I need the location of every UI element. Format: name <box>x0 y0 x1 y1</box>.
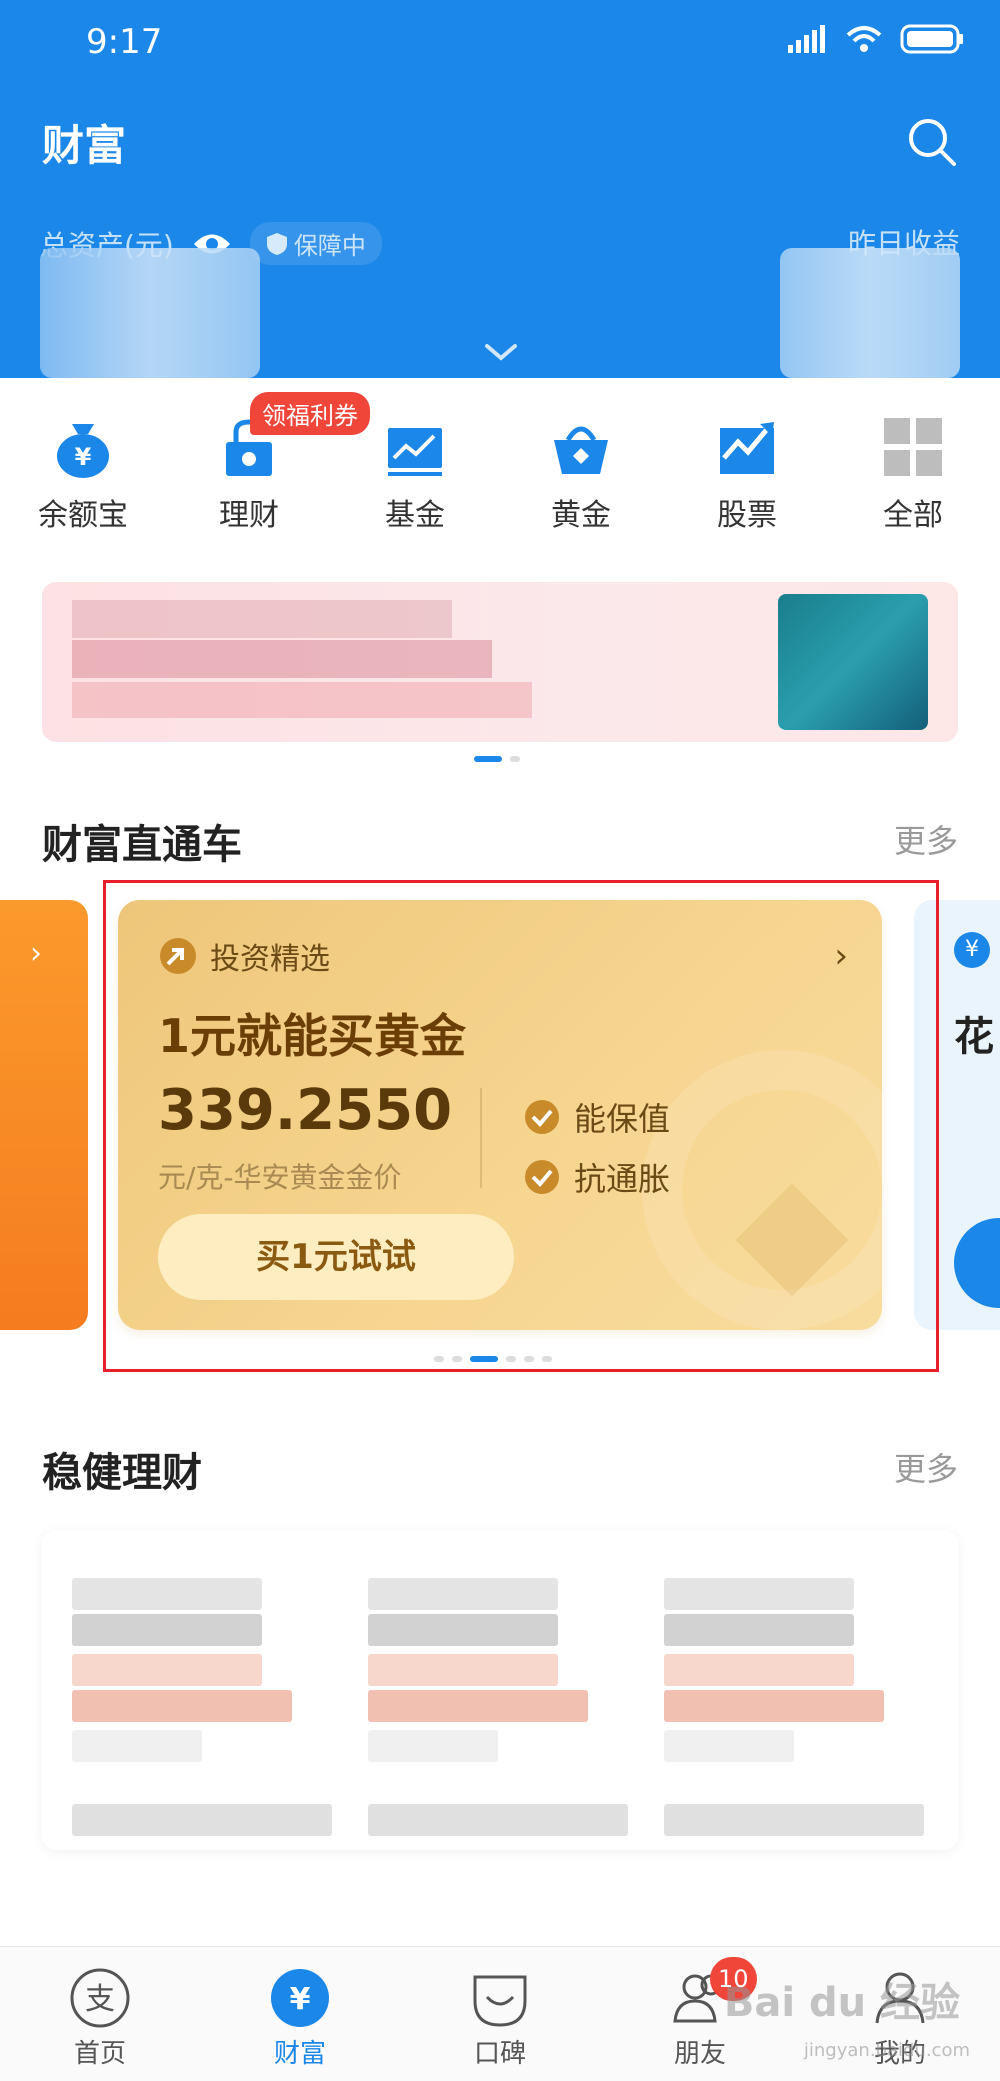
menu-item-stock[interactable]: 股票 <box>664 400 830 534</box>
nav-label: 财富 <box>273 2039 326 2069</box>
promo-badge[interactable]: 领福利券 <box>250 392 370 435</box>
koubei-smile-icon <box>473 1975 527 2027</box>
guard-label: 保障中 <box>293 232 366 260</box>
status-time: 9:17 <box>86 22 163 62</box>
total-assets-value-blurred <box>40 248 260 378</box>
banner-text-blurred <box>72 682 532 718</box>
nav-label: 首页 <box>73 2039 126 2069</box>
next-card-title: 花 <box>954 1014 994 1060</box>
stock-trend-icon <box>720 422 774 474</box>
signal-icon <box>788 25 825 53</box>
menu-label: 股票 <box>717 498 777 533</box>
promo-banner[interactable] <box>42 582 958 742</box>
chevron-right-icon: › <box>30 936 42 971</box>
banner-text-blurred <box>72 600 452 638</box>
shield-icon <box>266 232 287 255</box>
yuebao-bag-icon: ¥ <box>57 424 109 478</box>
next-card-button[interactable] <box>954 1218 1000 1308</box>
carousel-card-previous[interactable]: › <box>0 900 88 1330</box>
yesterday-earnings-value-blurred <box>780 248 960 378</box>
pagination-dot <box>470 1356 498 1362</box>
guard-badge[interactable]: 保障中 <box>249 222 382 265</box>
stable-products-panel <box>42 1530 958 1850</box>
nav-item-home[interactable]: 支 首页 <box>0 1947 200 2081</box>
chevron-down-icon[interactable] <box>484 342 518 362</box>
menu-label: 全部 <box>883 498 943 533</box>
product-card-blurred[interactable] <box>634 1554 924 1836</box>
watermark-url: jingyan.baidu.com <box>803 2040 970 2061</box>
svg-text:¥: ¥ <box>75 443 92 471</box>
status-icons <box>788 24 964 54</box>
wifi-icon <box>846 26 882 52</box>
banner-text-blurred <box>72 640 492 678</box>
more-link-express[interactable]: 更多 <box>894 816 958 862</box>
menu-item-all[interactable]: 全部 <box>830 400 996 534</box>
section-title-stable: 稳健理财 <box>42 1450 202 1496</box>
pagination-dot <box>452 1356 462 1362</box>
quick-menu: ¥ 余额宝 理财 基金 黄金 股票 全部 <box>0 400 1000 540</box>
product-card-blurred[interactable] <box>338 1554 628 1836</box>
pagination-dot <box>510 756 520 762</box>
grid-icon <box>884 418 942 476</box>
menu-item-yuebao[interactable]: ¥ 余额宝 <box>0 400 166 534</box>
page-title: 财富 <box>42 121 127 170</box>
menu-item-gold[interactable]: 黄金 <box>498 400 664 534</box>
menu-label: 基金 <box>385 498 445 533</box>
menu-label: 余额宝 <box>38 498 128 533</box>
pagination-dot <box>474 756 502 762</box>
more-link-stable[interactable]: 更多 <box>894 1444 958 1490</box>
fund-chart-icon <box>388 428 442 476</box>
yen-wealth-icon: ¥ <box>271 1969 329 2027</box>
menu-label: 理财 <box>219 498 279 533</box>
yen-icon: ¥ <box>954 932 990 968</box>
pagination-dot <box>524 1356 534 1362</box>
pagination-dot <box>434 1356 444 1362</box>
alipay-home-icon: 支 <box>70 1968 130 2028</box>
watermark-logo: Bai du 经验 <box>723 1980 960 2026</box>
highlight-box <box>103 880 939 1372</box>
banner-image <box>778 594 928 730</box>
wealth-header: 9:17 财富 总资产(元) 保障中 昨日收益 <box>0 0 1000 378</box>
menu-label: 黄金 <box>551 498 611 533</box>
svg-text:¥: ¥ <box>290 1982 311 2017</box>
gold-basket-icon <box>554 426 608 474</box>
battery-icon <box>900 24 963 54</box>
nav-item-wealth[interactable]: ¥ 财富 <box>200 1947 400 2081</box>
pagination-dot <box>506 1356 516 1362</box>
banner-pagination <box>474 756 520 762</box>
svg-text:支: 支 <box>85 1982 115 2017</box>
pagination-dot <box>542 1356 552 1362</box>
nav-item-koubei[interactable]: 口碑 <box>400 1947 600 2081</box>
search-icon[interactable] <box>906 116 958 168</box>
product-card-blurred[interactable] <box>42 1554 332 1836</box>
nav-label: 朋友 <box>673 2039 726 2069</box>
nav-label: 口碑 <box>473 2039 526 2069</box>
carousel-pagination <box>434 1356 552 1362</box>
section-title-express: 财富直通车 <box>42 822 242 868</box>
